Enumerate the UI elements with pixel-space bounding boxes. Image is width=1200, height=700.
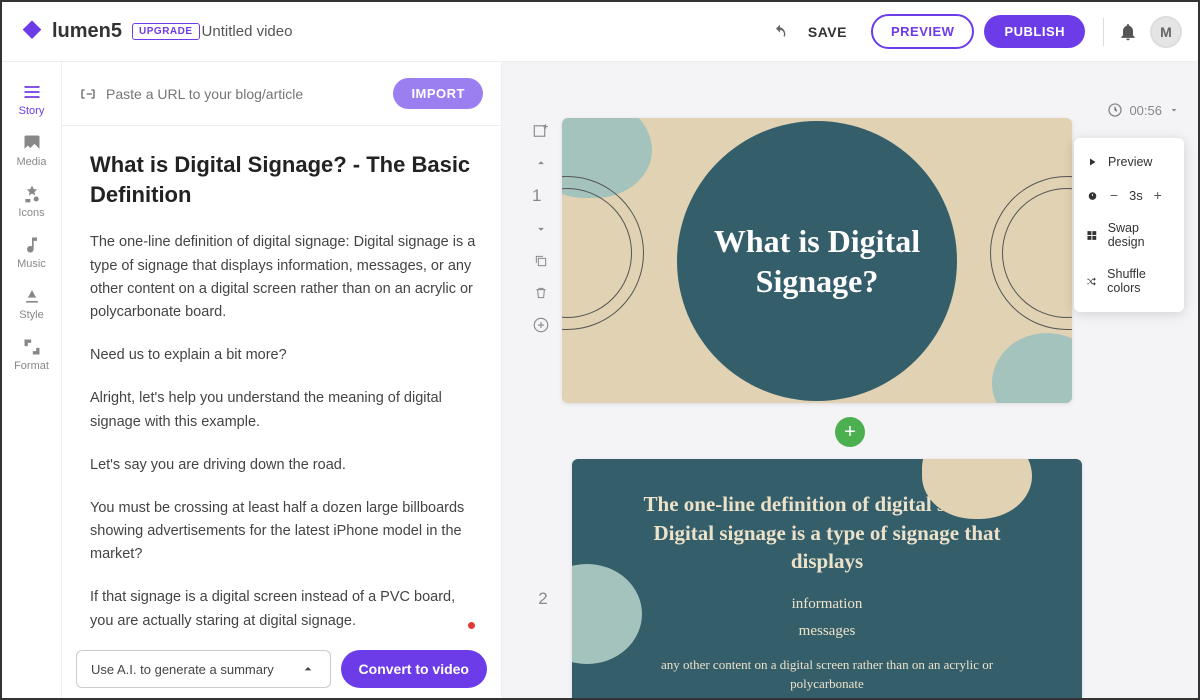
add-circle-icon[interactable] — [532, 316, 550, 334]
decor-arc — [990, 176, 1072, 330]
decor-blob — [992, 333, 1072, 403]
save-button[interactable]: SAVE — [808, 24, 847, 40]
article-paragraph[interactable]: Let's say you are driving down the road. — [90, 454, 481, 477]
brand-name: lumen5 — [52, 20, 122, 43]
timer-icon — [1086, 189, 1099, 202]
undo-icon[interactable] — [772, 24, 788, 40]
bottom-bar: Use A.I. to generate a summary Convert t… — [62, 640, 501, 698]
chevron-down-icon — [1168, 104, 1180, 116]
ai-summary-button[interactable]: Use A.I. to generate a summary — [76, 650, 331, 688]
slide-number: 1 — [532, 186, 550, 206]
sidebar-item-label: Story — [19, 105, 45, 117]
article-paragraph[interactable]: If that signage is a digital screen inst… — [90, 586, 481, 632]
ai-summary-label: Use A.I. to generate a summary — [91, 662, 274, 677]
slide-2-line: information — [792, 593, 863, 616]
ctx-shuffle-label: Shuffle colors — [1107, 267, 1172, 295]
sidebar-item-story[interactable]: Story — [2, 72, 61, 123]
slide-circle: What is Digital Signage? — [677, 121, 957, 401]
format-icon — [22, 337, 42, 357]
slide-2-line: messages — [799, 620, 856, 643]
slide-context-menu: Preview − 3s + Swap design Shuffle color… — [1074, 138, 1184, 312]
divider — [1103, 18, 1104, 46]
media-icon — [22, 133, 42, 153]
project-title-input[interactable] — [202, 23, 401, 40]
sidebar-item-label: Icons — [18, 207, 44, 219]
article-title: What is Digital Signage? - The Basic Def… — [90, 150, 481, 209]
slide-2[interactable]: The one-line definition of digital signa… — [572, 459, 1082, 698]
style-icon — [22, 286, 42, 306]
chevron-up-icon — [300, 661, 316, 677]
sidebar-item-style[interactable]: Style — [2, 276, 61, 327]
slide-number: 2 — [530, 459, 556, 609]
trash-icon[interactable] — [532, 284, 550, 302]
copy-icon[interactable] — [532, 252, 550, 270]
preview-button[interactable]: PREVIEW — [871, 14, 974, 49]
convert-button[interactable]: Convert to video — [341, 650, 487, 688]
duration-display[interactable]: 00:56 — [502, 92, 1198, 118]
sidebar-item-label: Style — [19, 309, 43, 321]
sidebar-item-icons[interactable]: Icons — [2, 174, 61, 225]
decor-arc — [562, 176, 644, 330]
add-slide-button[interactable]: + — [835, 417, 865, 447]
sidebar-item-media[interactable]: Media — [2, 123, 61, 174]
sidebar-item-label: Format — [14, 360, 49, 372]
bell-icon[interactable] — [1118, 22, 1138, 42]
topbar: lumen5 UPGRADE SAVE PREVIEW PUBLISH M — [2, 2, 1198, 62]
canvas-area: 00:56 1 What is Digital Signage? — [502, 62, 1198, 698]
avatar[interactable]: M — [1150, 16, 1182, 48]
grid-icon — [1086, 229, 1098, 242]
logo-icon — [18, 18, 46, 46]
url-input[interactable] — [106, 86, 383, 102]
ctx-duration: − 3s + — [1074, 178, 1184, 212]
chevron-down-icon[interactable] — [532, 220, 550, 238]
notification-dot — [468, 622, 475, 629]
slide-tools: 1 — [532, 122, 550, 334]
duration-value: 00:56 — [1129, 103, 1162, 118]
increase-duration[interactable]: + — [1151, 187, 1165, 203]
article-paragraph[interactable]: Need us to explain a bit more? — [90, 344, 481, 367]
sidebar-item-music[interactable]: Music — [2, 225, 61, 276]
ctx-swap-label: Swap design — [1108, 221, 1172, 249]
music-icon — [22, 235, 42, 255]
sidebar-item-format[interactable]: Format — [2, 327, 61, 378]
icons-icon — [22, 184, 42, 204]
ctx-preview[interactable]: Preview — [1074, 146, 1184, 178]
slide-2-footer: any other content on a digital screen ra… — [632, 656, 1022, 692]
decrease-duration[interactable]: − — [1107, 187, 1121, 203]
sidebar: Story Media Icons Music Style Format — [2, 62, 62, 698]
article-content[interactable]: What is Digital Signage? - The Basic Def… — [62, 126, 501, 698]
story-icon — [22, 82, 42, 102]
upgrade-badge[interactable]: UPGRADE — [132, 23, 200, 40]
url-row: IMPORT — [62, 62, 501, 126]
article-paragraph[interactable]: Alright, let's help you understand the m… — [90, 387, 481, 433]
ctx-swap-design[interactable]: Swap design — [1074, 212, 1184, 258]
shuffle-icon — [1086, 275, 1097, 288]
article-paragraph[interactable]: You must be crossing at least half a doz… — [90, 497, 481, 567]
clock-icon — [1107, 102, 1123, 118]
article-paragraph[interactable]: The one-line definition of digital signa… — [90, 231, 481, 324]
sidebar-item-label: Music — [17, 258, 46, 270]
slide-1[interactable]: What is Digital Signage? — [562, 118, 1072, 403]
ctx-preview-label: Preview — [1108, 155, 1152, 169]
import-button[interactable]: IMPORT — [393, 78, 483, 109]
publish-button[interactable]: PUBLISH — [984, 15, 1085, 48]
duration-value: 3s — [1129, 188, 1143, 203]
add-card-icon[interactable] — [532, 122, 550, 140]
editor-panel: IMPORT What is Digital Signage? - The Ba… — [62, 62, 502, 698]
logo[interactable]: lumen5 — [18, 18, 122, 46]
decor-blob — [572, 564, 642, 664]
sidebar-item-label: Media — [17, 156, 47, 168]
play-icon — [1086, 156, 1098, 168]
slide-1-text: What is Digital Signage? — [677, 221, 957, 301]
ctx-shuffle-colors[interactable]: Shuffle colors — [1074, 258, 1184, 304]
chevron-up-icon[interactable] — [532, 154, 550, 172]
link-icon — [80, 86, 96, 102]
